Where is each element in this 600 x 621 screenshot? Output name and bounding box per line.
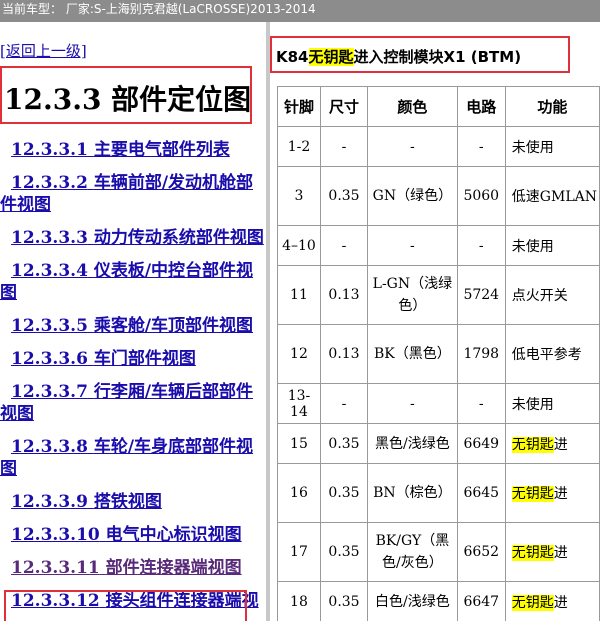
content-pane: K84无钥匙进入控制模块X1 (BTM) 针脚 尺寸 颜色 电路 功能 1-2-… (270, 22, 600, 621)
vehicle-model-bar: 当前车型： 厂家:S-上海别克君越(LaCROSSE)2013-2014 (0, 0, 600, 22)
navigation-pane: [返回上一级] 12.3.3 部件定位图 12.3.3.1 主要电气部件列表 1… (0, 22, 266, 621)
module-title: K84无钥匙进入控制模块X1 (BTM) (276, 48, 522, 66)
page-title: 12.3.3 部件定位图 (4, 83, 252, 116)
toc-item[interactable]: 12.3.3.7 行李厢/车辆后部部件视图 (0, 381, 266, 425)
toc-item[interactable]: 12.3.3.10 电气中心标识视图 (0, 524, 266, 546)
page-title-box: 12.3.3 部件定位图 (0, 66, 252, 124)
column-header-size: 尺寸 (319, 86, 369, 127)
table-row: 13-14- - - 未使用 (277, 383, 600, 424)
table-row: 3 0.35 GN（绿色） 5060 低速GMLAN (277, 166, 600, 226)
toc-item[interactable]: 12.3.3.5 乘客舱/车顶部件视图 (0, 315, 266, 337)
toc-item[interactable]: 12.3.3.9 搭铁视图 (0, 491, 266, 513)
toc-item[interactable]: 12.3.3.6 车门部件视图 (0, 348, 266, 370)
table-row: 17 0.35 BK/GY（黑色/灰色） 6652 无钥匙进 (277, 522, 600, 582)
back-link[interactable]: [返回上一级] (0, 40, 87, 61)
toc-item[interactable]: 12.3.3.4 仪表板/中控台部件视图 (0, 260, 266, 304)
toc-item[interactable]: 12.3.3.1 主要电气部件列表 (0, 139, 266, 161)
toc-item[interactable]: 12.3.3.8 车轮/车身底部部件视图 (0, 436, 266, 480)
module-title-box: K84无钥匙进入控制模块X1 (BTM) (270, 36, 570, 73)
column-header-pin: 针脚 (277, 86, 321, 127)
column-header-color: 颜色 (367, 86, 458, 127)
table-row: 1-2- - - 未使用 (277, 126, 600, 167)
table-row: 18 0.35 白色/浅绿色 6647 无钥匙进 (277, 581, 600, 621)
table-row: 4–10- - - 未使用 (277, 225, 600, 266)
toc-list: 12.3.3.1 主要电气部件列表 12.3.3.2 车辆前部/发动机舱部件视图… (0, 139, 266, 621)
vehicle-model-text: 当前车型： 厂家:S-上海别克君越(LaCROSSE)2013-2014 (2, 2, 316, 16)
connector-pin-table: 针脚 尺寸 颜色 电路 功能 1-2- - - 未使用 3 0.35 GN（绿色） 506… (277, 86, 600, 621)
toc-item-selected[interactable]: 12.3.3.11 部件连接器端视图 (0, 557, 266, 579)
column-header-function: 功能 (504, 86, 600, 127)
selected-item-frame (4, 590, 247, 621)
table-header-row: 针脚 尺寸 颜色 电路 功能 (277, 86, 600, 127)
table-row: 12 0.13 BK（黑色） 1798 低电平参考 (277, 324, 600, 384)
table-row: 15 0.35 黑色/浅绿色 6649 无钥匙进 (277, 423, 600, 464)
column-header-circuit: 电路 (456, 86, 506, 127)
toc-item[interactable]: 12.3.3.3 动力传动系统部件视图 (0, 227, 266, 249)
table-row: 11 0.13 L-GN（浅绿色） 5724 点火开关 (277, 265, 600, 325)
table-row: 16 0.35 BN（棕色） 6645 无钥匙进 (277, 463, 600, 523)
toc-item[interactable]: 12.3.3.2 车辆前部/发动机舱部件视图 (0, 172, 266, 216)
